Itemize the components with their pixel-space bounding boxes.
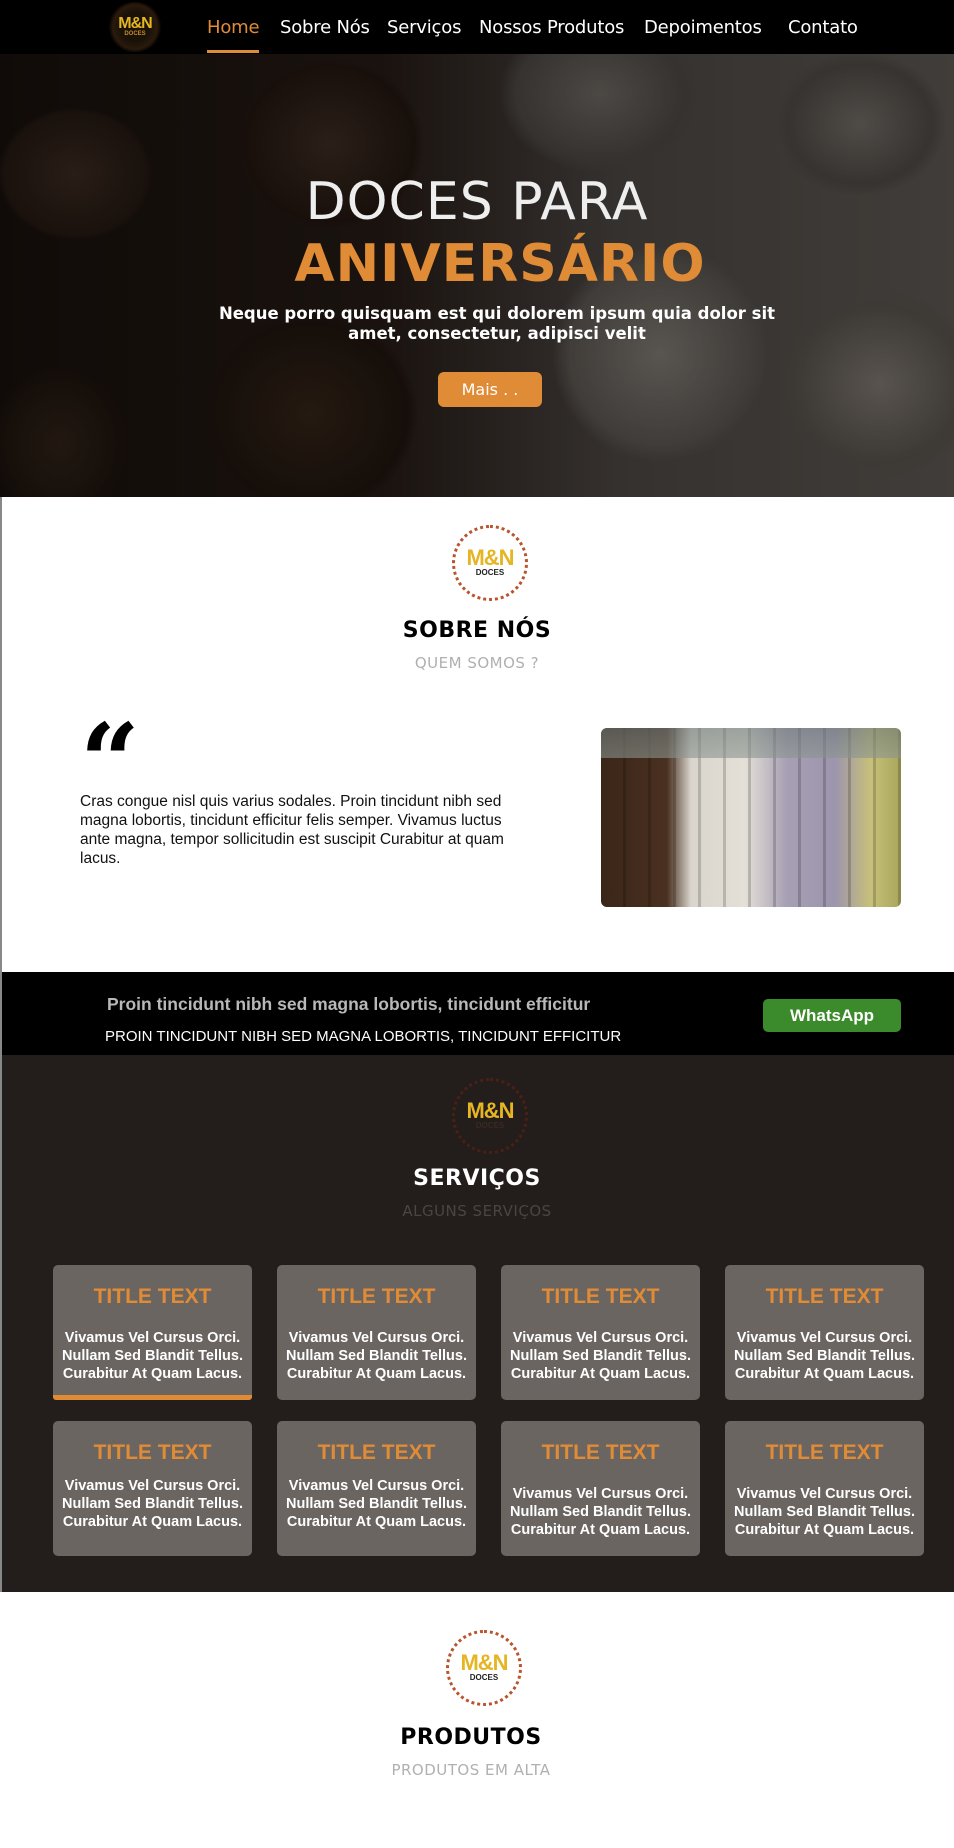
service-card-title: TITLE TEXT <box>317 1441 436 1464</box>
brand-logo[interactable]: M&N DOCES <box>108 2 162 52</box>
service-card[interactable]: TITLE TEXT Vivamus Vel Cursus Orci. Null… <box>53 1421 252 1556</box>
banner-subline: PROIN TINCIDUNT NIBH SED MAGNA LOBORTIS,… <box>105 1028 622 1045</box>
about-logo: M&N DOCES <box>452 525 528 601</box>
service-card-text: Vivamus Vel Cursus Orci. Nullam Sed Blan… <box>285 1478 467 1530</box>
service-card[interactable]: TITLE TEXT Vivamus Vel Cursus Orci. Null… <box>501 1265 700 1400</box>
logo-subtext: DOCES <box>475 568 505 577</box>
quote-icon: “ <box>80 700 140 823</box>
service-card[interactable]: TITLE TEXT Vivamus Vel Cursus Orci. Null… <box>277 1421 476 1556</box>
service-card-text: Vivamus Vel Cursus Orci. Nullam Sed Blan… <box>509 1486 691 1538</box>
service-card-title: TITLE TEXT <box>765 1285 884 1308</box>
service-card-title: TITLE TEXT <box>765 1441 884 1464</box>
service-card[interactable]: TITLE TEXT Vivamus Vel Cursus Orci. Null… <box>501 1421 700 1556</box>
about-paragraph: Cras congue nisl quis varius sodales. Pr… <box>80 793 504 867</box>
service-card-text: Vivamus Vel Cursus Orci. Nullam Sed Blan… <box>509 1330 691 1382</box>
sweets-tray-photo <box>601 728 901 907</box>
about-title: SOBRE NÓS <box>402 618 552 643</box>
products-subtitle: PRODUTOS EM ALTA <box>391 1761 551 1779</box>
service-card-text: Vivamus Vel Cursus Orci. Nullam Sed Blan… <box>61 1330 243 1382</box>
cta-banner: Proin tincidunt nibh sed magna lobortis,… <box>0 972 954 1055</box>
hero-more-button[interactable]: Mais . . <box>438 372 542 407</box>
service-card-text: Vivamus Vel Cursus Orci. Nullam Sed Blan… <box>61 1478 243 1530</box>
logo-mark: M&N <box>118 14 152 32</box>
logo-subtext: DOCES <box>469 1673 499 1682</box>
logo-subtext: DOCES <box>124 30 146 37</box>
card-active-bar <box>53 1395 252 1400</box>
services-subtitle: ALGUNS SERVIÇOS <box>402 1202 552 1220</box>
service-card-text: Vivamus Vel Cursus Orci. Nullam Sed Blan… <box>733 1330 915 1382</box>
nav-link-contato[interactable]: Contato <box>788 17 858 38</box>
products-logo: M&N DOCES <box>446 1630 522 1706</box>
logo-mark: M&N <box>466 1098 514 1123</box>
services-logo: M&N DOCES <box>452 1078 528 1154</box>
services-section: M&N DOCES SERVIÇOS ALGUNS SERVIÇOS TITLE… <box>0 1055 954 1592</box>
hero-title-line2: ANIVERSÁRIO <box>294 234 706 294</box>
service-card-text: Vivamus Vel Cursus Orci. Nullam Sed Blan… <box>285 1330 467 1382</box>
hero-banner: DOCES PARA ANIVERSÁRIO Neque porro quisq… <box>0 54 954 497</box>
nav-link-sobre-nos[interactable]: Sobre Nós <box>280 17 370 38</box>
logo-subtext: DOCES <box>475 1121 505 1130</box>
banner-headline: Proin tincidunt nibh sed magna lobortis,… <box>107 994 591 1014</box>
service-card[interactable]: TITLE TEXT Vivamus Vel Cursus Orci. Null… <box>53 1265 252 1400</box>
active-nav-indicator <box>207 50 259 53</box>
page-left-border <box>0 497 2 1592</box>
service-card[interactable]: TITLE TEXT Vivamus Vel Cursus Orci. Null… <box>725 1265 924 1400</box>
nav-link-nossos-produtos[interactable]: Nossos Produtos <box>479 17 624 38</box>
nav-link-servicos[interactable]: Serviços <box>387 17 461 38</box>
about-subtitle: QUEM SOMOS ? <box>414 654 540 672</box>
service-card-title: TITLE TEXT <box>541 1285 660 1308</box>
hero-subtitle: Neque porro quisquam est qui dolorem ips… <box>218 304 776 343</box>
service-card-title: TITLE TEXT <box>93 1441 212 1464</box>
service-card-title: TITLE TEXT <box>317 1285 436 1308</box>
services-title: SERVIÇOS <box>413 1166 541 1191</box>
hero-title-line1: DOCES PARA <box>305 172 649 232</box>
photo-background <box>601 728 901 758</box>
nav-link-home[interactable]: Home <box>207 17 260 38</box>
service-card[interactable]: TITLE TEXT Vivamus Vel Cursus Orci. Null… <box>277 1265 476 1400</box>
whatsapp-button[interactable]: WhatsApp <box>763 999 901 1032</box>
service-card-text: Vivamus Vel Cursus Orci. Nullam Sed Blan… <box>733 1486 915 1538</box>
service-card-title: TITLE TEXT <box>541 1441 660 1464</box>
logo-mark: M&N <box>466 545 514 570</box>
logo-mark: M&N <box>460 1650 508 1675</box>
service-card[interactable]: TITLE TEXT Vivamus Vel Cursus Orci. Null… <box>725 1421 924 1556</box>
service-card-title: TITLE TEXT <box>93 1285 212 1308</box>
nav-link-depoimentos[interactable]: Depoimentos <box>644 17 762 38</box>
products-title: PRODUTOS <box>400 1725 542 1750</box>
top-navbar: M&N DOCES Home Sobre Nós Serviços Nossos… <box>0 0 954 54</box>
